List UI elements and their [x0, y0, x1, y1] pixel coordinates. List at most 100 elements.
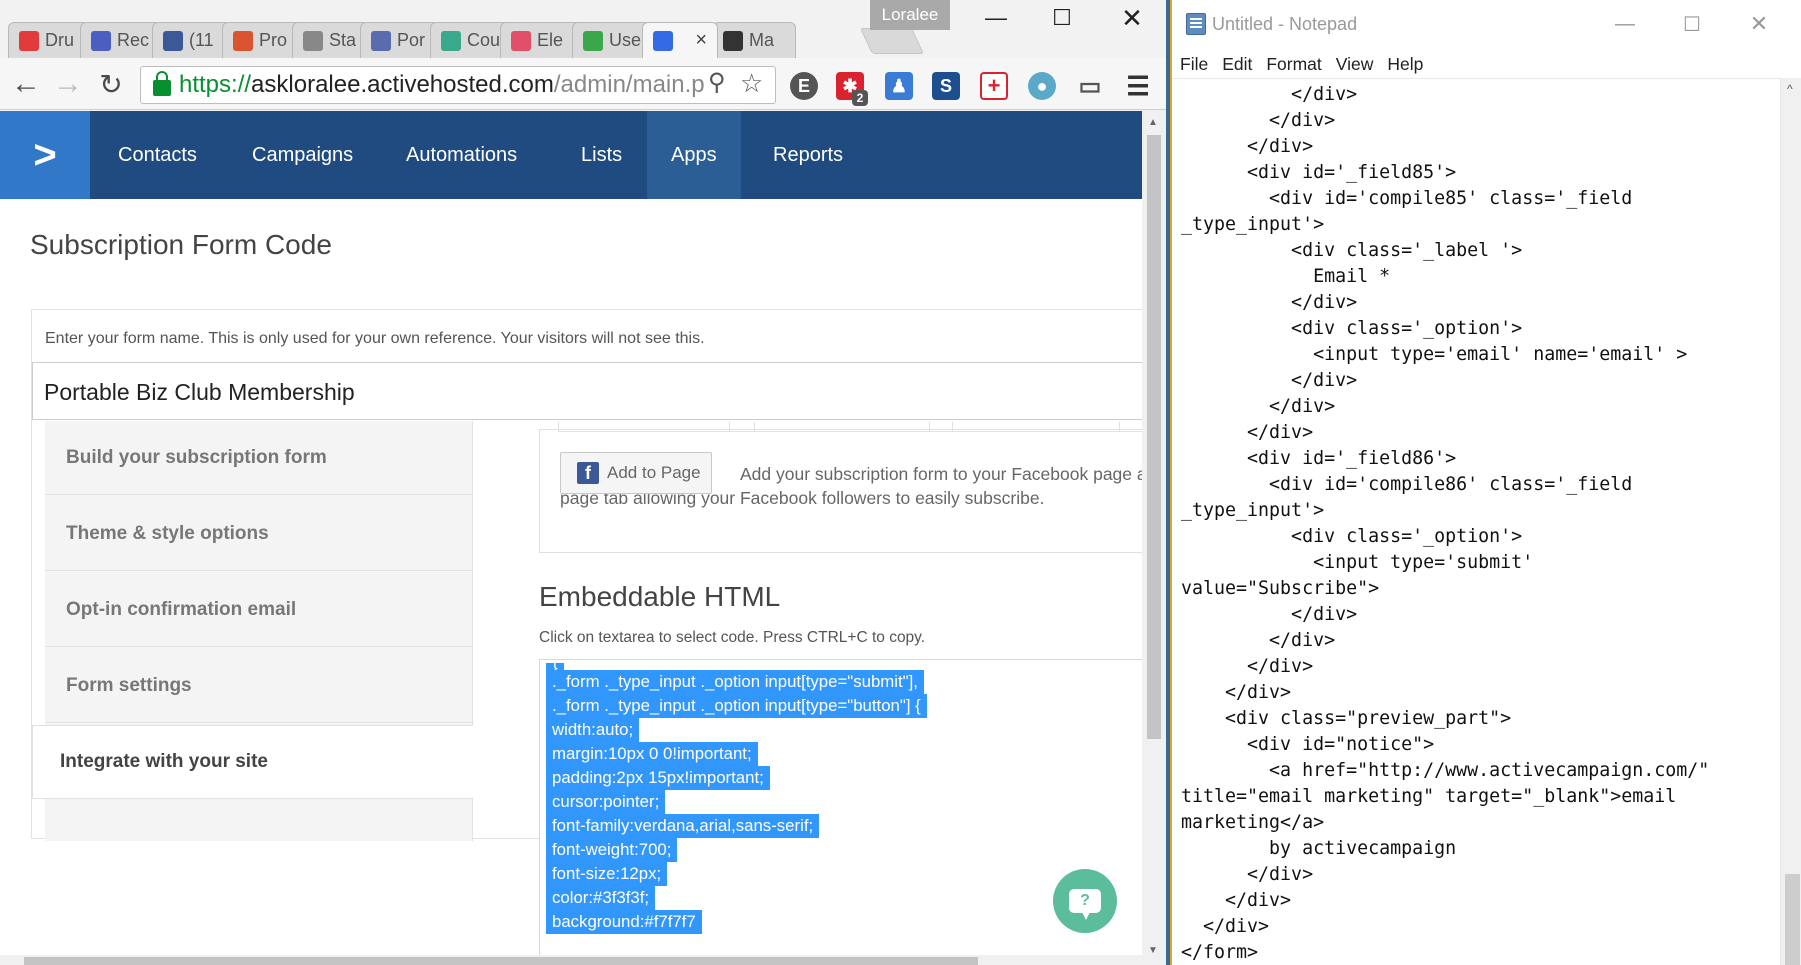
form-name-input[interactable]: Portable Biz Club Membership	[32, 362, 1142, 420]
activecampaign-logo-icon[interactable]: >	[0, 111, 90, 199]
user-extension-icon[interactable]: ♟	[885, 72, 913, 100]
text-line: <input type='submit'	[1181, 552, 1534, 573]
code-row: font-family:verdana,arial,sans-serif;	[546, 814, 1142, 838]
cast-icon[interactable]: ▭	[1076, 72, 1104, 100]
horizontal-scrollbar-thumb[interactable]	[24, 957, 978, 965]
code-line: font-weight:700;	[546, 838, 678, 862]
scroll-up-icon[interactable]: ^	[1787, 82, 1793, 96]
t-icon	[441, 30, 461, 51]
tab-title: Use	[609, 30, 642, 50]
text-line: marketing</a>	[1181, 812, 1325, 833]
code-row: margin:10px 0 0!important;	[546, 742, 1142, 766]
notepad-editor[interactable]: </div> </div> </div> <div id='_field85'>…	[1172, 78, 1780, 965]
step-item[interactable]: Build your subscription form	[45, 421, 473, 495]
back-icon[interactable]: ←	[8, 66, 44, 102]
tab-title: Ele	[537, 30, 564, 50]
browser-tab[interactable]: Ma	[712, 22, 796, 58]
scroll-down-icon[interactable]: ▼	[1148, 945, 1158, 956]
page-horizontal-scrollbar[interactable]	[0, 955, 1142, 965]
nav-lists[interactable]: Lists	[557, 111, 646, 199]
scroll-up-icon[interactable]: ▲	[1148, 117, 1158, 128]
code-line: font-family:verdana,arial,sans-serif;	[546, 814, 820, 838]
app-nav-bar: > Contacts Campaigns Automations Lists Apps R…	[0, 111, 1142, 199]
tab-title: Rec	[117, 30, 150, 50]
url-scheme: https://	[179, 71, 252, 98]
step-item[interactable]: Theme & style options	[45, 497, 473, 571]
text-line: <div class='_label '>	[1181, 240, 1523, 261]
text-line: <a href="http://www.activecampaign.com/"	[1181, 760, 1710, 781]
embed-code-textarea[interactable]: } ._form ._type_input ._option input[type…	[539, 659, 1142, 959]
integration-tab[interactable]	[754, 422, 930, 432]
page-scrollbar[interactable]: ▲ ▼	[1142, 111, 1166, 965]
scrollbar-thumb[interactable]	[1147, 135, 1161, 739]
minimize-icon[interactable]: —	[1605, 12, 1645, 36]
reload-icon[interactable]: ↻	[93, 66, 129, 102]
tab-title: Por	[397, 30, 426, 50]
close-window-icon[interactable]: ✕	[1106, 0, 1158, 36]
embed-title: Embeddable HTML	[539, 581, 781, 612]
text-line: </div>	[1181, 370, 1358, 391]
tab-title: (11	[189, 30, 214, 50]
text-line: </div>	[1181, 110, 1336, 131]
integration-tab[interactable]	[558, 422, 730, 432]
code-row: }	[546, 660, 1142, 670]
menu-view[interactable]: View	[1329, 54, 1381, 75]
maximize-icon[interactable]: ☐	[1672, 12, 1712, 36]
integrate-content: Add your subscription form to your Faceb…	[505, 421, 1142, 959]
text-line: </div>	[1181, 916, 1270, 937]
facebook-icon	[163, 30, 183, 51]
steps-sidebar: Build your subscription form Theme & styl…	[32, 421, 473, 841]
nav-reports[interactable]: Reports	[749, 111, 867, 199]
close-window-icon[interactable]: ✕	[1739, 11, 1779, 36]
step-item[interactable]: Integrate with your site	[32, 725, 473, 799]
address-bar[interactable]: https:// askloralee.activehosted.com /ad…	[140, 66, 776, 104]
integration-tab[interactable]	[952, 422, 1120, 432]
text-line: </div>	[1181, 890, 1292, 911]
menu-file[interactable]: File	[1172, 54, 1215, 75]
nav-contacts[interactable]: Contacts	[94, 111, 221, 199]
evernote-icon[interactable]: E	[790, 72, 818, 100]
zoom-search-icon[interactable]: ⚲	[708, 68, 726, 97]
menu-icon[interactable]: ☰	[1124, 71, 1152, 101]
code-row: ._form ._type_input ._option input[type=…	[546, 694, 1142, 718]
maximize-icon[interactable]: ☐	[1036, 0, 1088, 36]
text-line: value="Subscribe">	[1181, 578, 1380, 599]
forward-icon[interactable]: →	[50, 66, 86, 102]
notepad-scrollbar[interactable]: ^	[1780, 78, 1801, 965]
plus-icon	[19, 30, 39, 51]
step-item[interactable]: Opt-in confirmation email	[45, 573, 473, 647]
octopus-icon[interactable]: ●	[1028, 72, 1056, 100]
page-viewport: > Contacts Campaigns Automations Lists Apps R…	[0, 111, 1142, 965]
tab-close-icon[interactable]: ×	[695, 29, 707, 52]
bookmark-star-icon[interactable]: ☆	[740, 68, 763, 99]
extension-badge: 2	[852, 90, 868, 106]
text-line: </div>	[1181, 396, 1336, 417]
profile-badge[interactable]: Loralee	[870, 0, 950, 30]
menu-help[interactable]: Help	[1380, 54, 1430, 75]
step-item[interactable]: Form settings	[45, 649, 473, 723]
minimize-icon[interactable]: —	[970, 0, 1022, 36]
tab-title: Ma	[749, 30, 775, 50]
nav-automations[interactable]: Automations	[382, 111, 541, 199]
menu-edit[interactable]: Edit	[1215, 54, 1259, 75]
nav-campaigns[interactable]: Campaigns	[228, 111, 377, 199]
notepad-window: Untitled - Notepad — ☐ ✕ File Edit Format V…	[1170, 0, 1801, 965]
menu-format[interactable]: Format	[1259, 54, 1328, 75]
url-host: askloralee.activehosted.com	[251, 71, 554, 98]
nav-apps[interactable]: Apps	[647, 111, 741, 199]
text-line: </div>	[1181, 292, 1358, 313]
browser-tab[interactable]: ×	[642, 22, 718, 58]
text-line: <div id="notice">	[1181, 734, 1435, 755]
code-row: font-size:12px;	[546, 862, 1142, 886]
code-line: ._form ._type_input ._option input[type=…	[546, 694, 927, 718]
x-logo-icon	[723, 30, 743, 51]
scrollbar-thumb[interactable]	[1785, 874, 1800, 965]
add-to-page-button[interactable]: f Add to Page	[560, 452, 712, 494]
code-line: color:#3f3f3f;	[546, 886, 656, 910]
medical-cross-icon[interactable]: +	[980, 72, 1008, 100]
skype-s-icon[interactable]: S	[932, 72, 960, 100]
page-title: Subscription Form Code	[30, 229, 332, 260]
text-line: </div>	[1181, 630, 1336, 651]
help-chat-button[interactable]: ?	[1053, 869, 1117, 933]
bar-chart-icon	[371, 30, 391, 51]
